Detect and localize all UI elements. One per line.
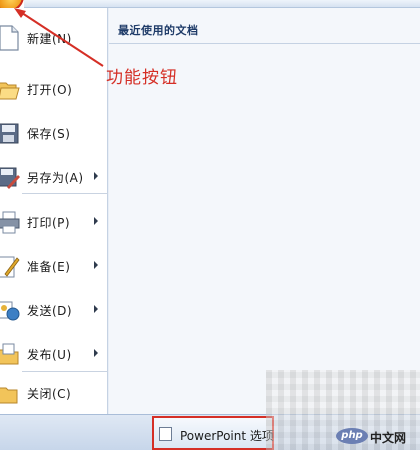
- powerpoint-options-button[interactable]: PowerPoint 选项: [152, 416, 274, 450]
- publish-folder-icon: [0, 343, 19, 365]
- menu-item-publish[interactable]: 发布(U): [0, 335, 108, 373]
- menu-item-label: 准备(E): [27, 260, 71, 274]
- submenu-arrow-icon: [94, 349, 98, 357]
- send-icon: [0, 301, 20, 321]
- annotation-label: 功能按钮: [106, 68, 178, 88]
- submenu-arrow-icon: [94, 217, 98, 225]
- menu-separator: [22, 371, 108, 372]
- recent-documents-header: 最近使用的文档: [109, 8, 420, 44]
- menu-item-label: 发送(D): [27, 304, 73, 318]
- prepare-pen-icon: [0, 256, 20, 278]
- submenu-arrow-icon: [94, 305, 98, 313]
- powerpoint-options-label: PowerPoint 选项: [180, 429, 274, 443]
- menu-item-label: 保存(S): [27, 127, 71, 141]
- menu-item-close[interactable]: 关闭(C): [0, 374, 108, 412]
- save-disk-icon: [0, 123, 19, 144]
- printer-icon: [0, 211, 20, 234]
- php-logo: php: [336, 428, 368, 444]
- open-folder-icon: [0, 82, 20, 100]
- menu-item-label: 另存为(A): [27, 171, 84, 185]
- new-document-icon: [0, 25, 19, 51]
- submenu-arrow-icon: [94, 261, 98, 269]
- menu-item-label: 打开(O): [27, 83, 73, 97]
- save-as-icon: [0, 167, 20, 189]
- menu-item-label: 关闭(C): [27, 387, 72, 401]
- menu-item-new[interactable]: 新建(N): [0, 19, 108, 57]
- watermark-text: 中文网: [370, 431, 407, 445]
- menu-item-save-as[interactable]: 另存为(A): [0, 158, 108, 196]
- menu-item-label: 新建(N): [27, 32, 72, 46]
- menu-item-save[interactable]: 保存(S): [0, 114, 108, 152]
- recent-documents-title: 最近使用的文档: [118, 24, 199, 37]
- menu-item-prepare[interactable]: 准备(E): [0, 247, 108, 285]
- menu-item-label: 发布(U): [27, 348, 72, 362]
- ribbon-top-strip: [24, 0, 420, 8]
- command-pane: 新建(N) 打开(O) 保存(S) 另存为(A) 打印(P) 准备(E) 发送(…: [0, 8, 108, 414]
- close-folder-icon: [0, 387, 18, 404]
- menu-item-label: 打印(P): [27, 216, 71, 230]
- submenu-arrow-icon: [94, 172, 98, 180]
- menu-item-print[interactable]: 打印(P): [0, 203, 108, 241]
- menu-item-send[interactable]: 发送(D): [0, 291, 108, 329]
- options-document-icon: [159, 427, 172, 441]
- menu-separator: [22, 193, 108, 194]
- menu-item-open[interactable]: 打开(O): [0, 70, 108, 108]
